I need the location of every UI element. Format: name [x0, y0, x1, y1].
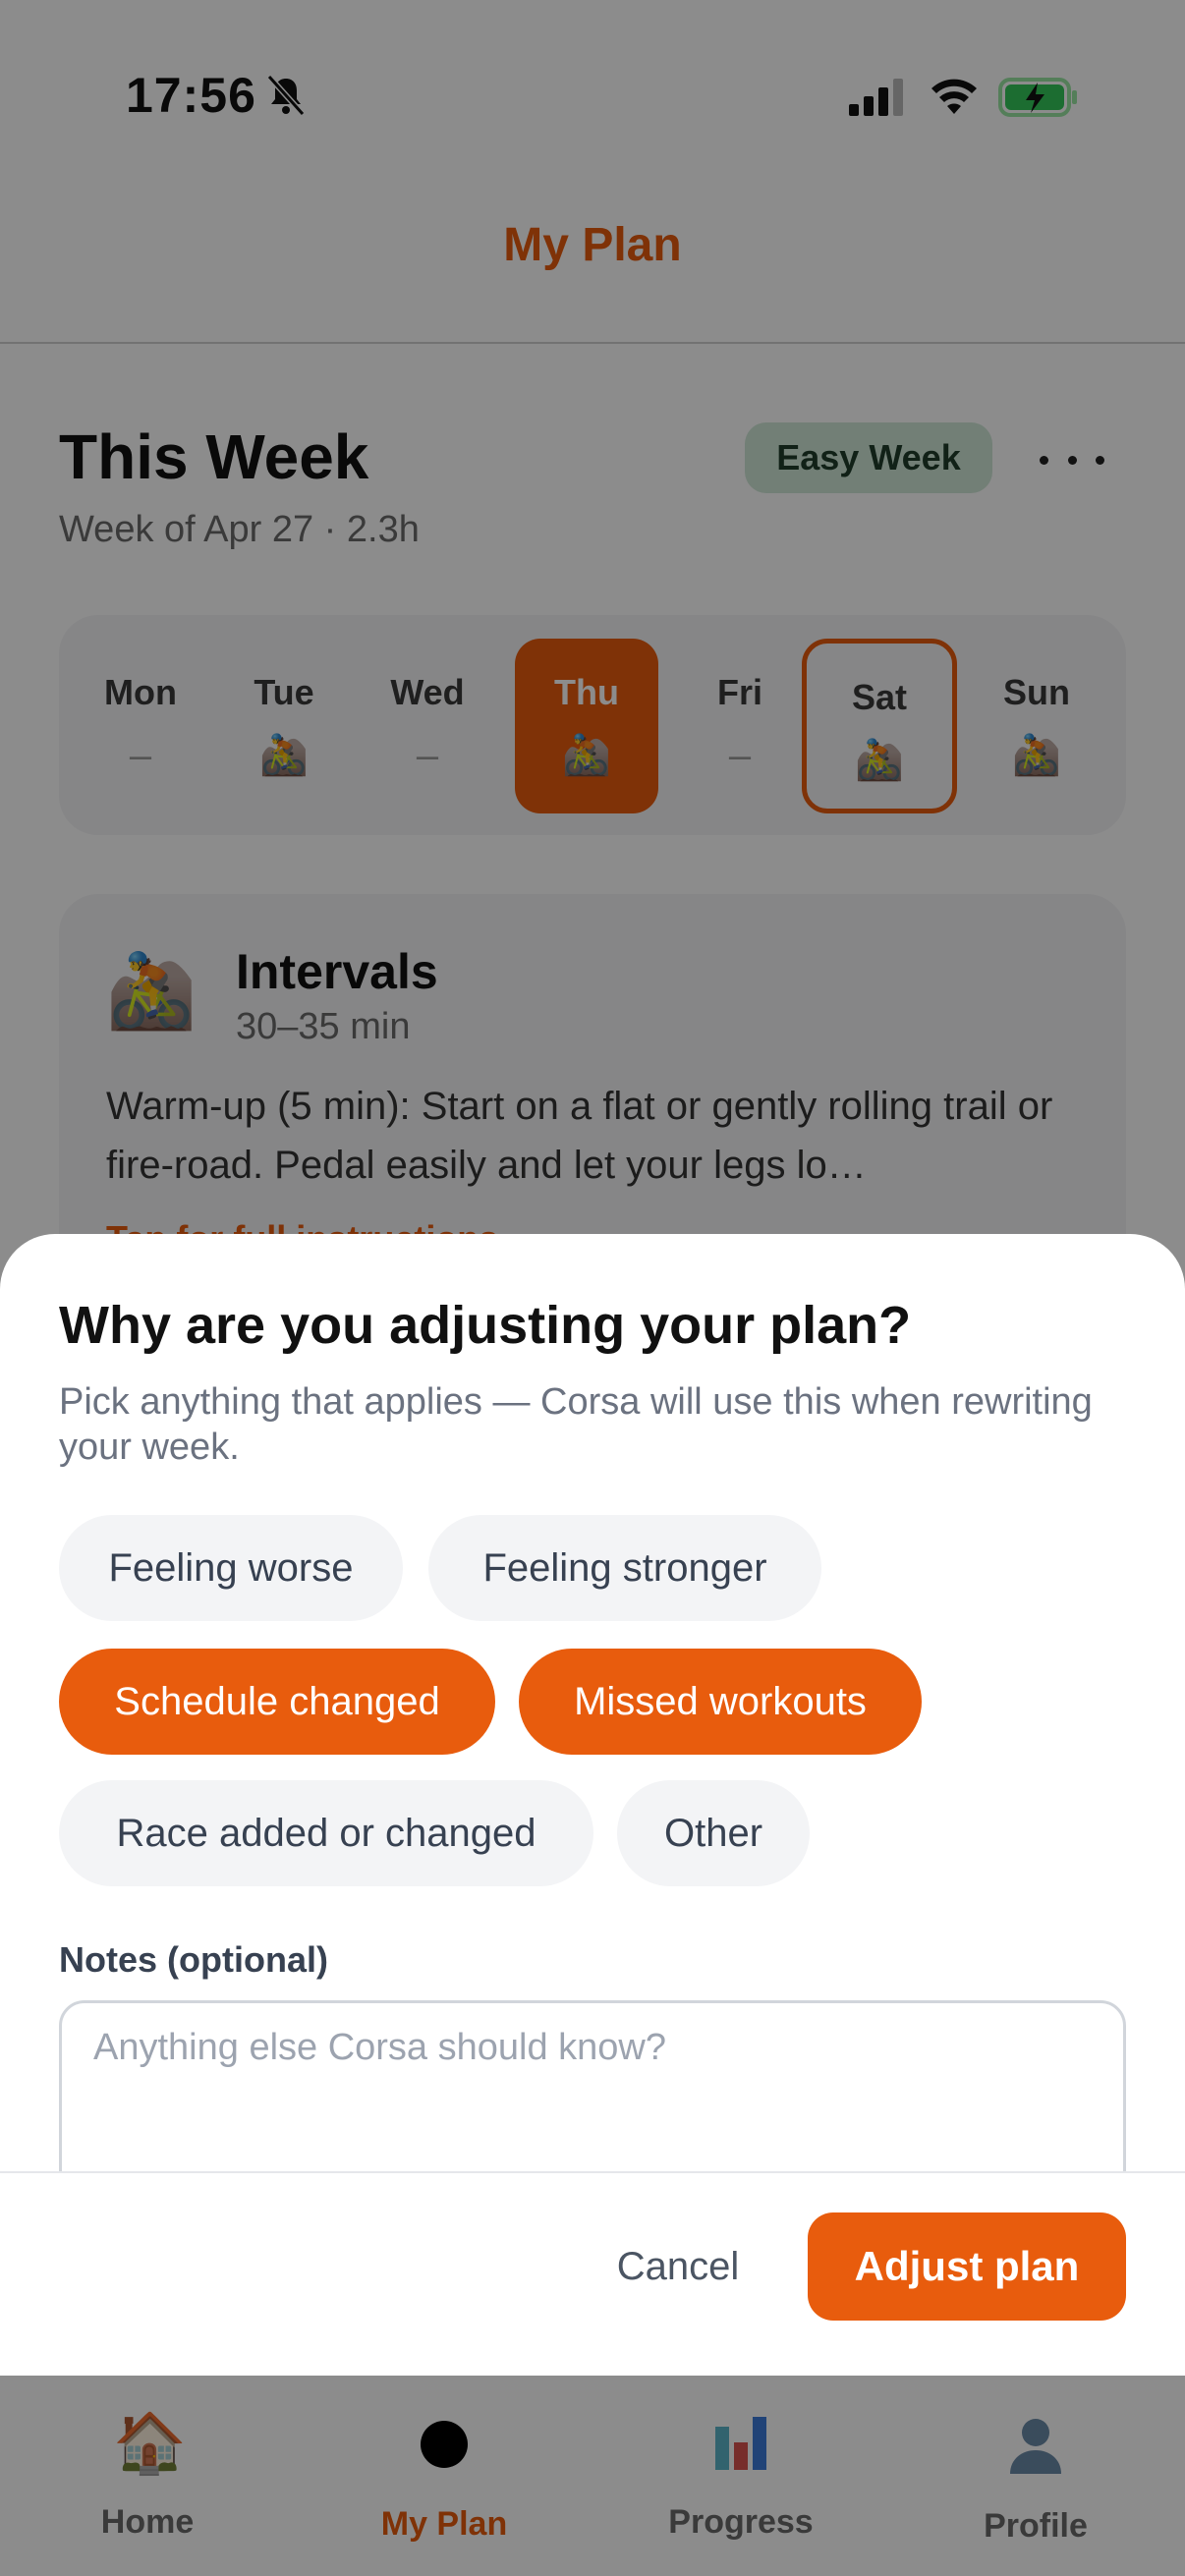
notes-input[interactable]	[59, 2000, 1126, 2197]
reason-chip-schedule-changed[interactable]: Schedule changed	[59, 1649, 495, 1755]
sheet-title: Why are you adjusting your plan?	[59, 1296, 912, 1355]
sheet-subtitle: Pick anything that applies — Corsa will …	[59, 1381, 1093, 1468]
reason-chip-feeling-stronger[interactable]: Feeling stronger	[428, 1515, 821, 1621]
cancel-button[interactable]: Cancel	[582, 2212, 774, 2321]
tab-bar: 🏠 Home My Plan Progress Profile	[0, 2376, 1185, 2576]
reason-chip-race-added[interactable]: Race added or changed	[59, 1780, 593, 1886]
reason-chip-feeling-worse[interactable]: Feeling worse	[59, 1515, 403, 1621]
adjust-plan-sheet: Why are you adjusting your plan? Pick an…	[0, 1234, 1185, 2378]
reason-chip-missed-workouts[interactable]: Missed workouts	[519, 1649, 922, 1755]
notes-label: Notes (optional)	[59, 1939, 328, 1980]
adjust-plan-button[interactable]: Adjust plan	[808, 2212, 1126, 2321]
reason-chip-other[interactable]: Other	[617, 1780, 810, 1886]
tab-bar-backdrop	[0, 2376, 1185, 2576]
sheet-footer: Cancel Adjust plan	[0, 2171, 1185, 2378]
